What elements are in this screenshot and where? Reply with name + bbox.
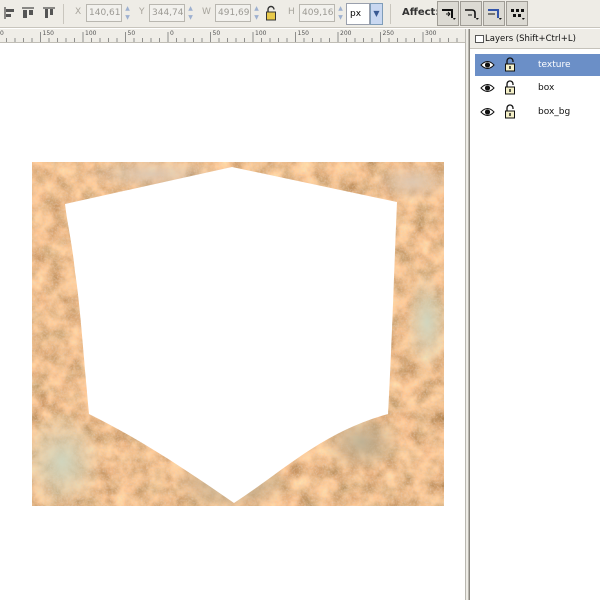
unit-select[interactable]: px [346,3,370,25]
transform-patterns-icon [511,9,525,20]
x-spinner[interactable]: ▲ ▼ [123,4,132,22]
unlocked-padlock-icon[interactable] [504,104,516,119]
scale-corners-button[interactable] [460,1,482,26]
horizontal-ruler[interactable]: 0 150 100 50 0 50 100 150 200 250 300 [0,29,465,43]
rust-textured-artwork[interactable] [32,162,444,506]
y-label: Y [139,7,145,17]
distribute-left-icon[interactable] [3,6,17,20]
ruler-label: 150 [42,30,54,37]
y-spinner[interactable]: ▲ ▼ [186,4,195,22]
distribute-center-icon[interactable] [21,6,35,20]
unlocked-padlock-icon[interactable] [504,80,516,95]
ruler-label: 50 [212,30,221,37]
unlocked-padlock-icon[interactable] [504,57,516,72]
toolbar-separator [63,4,64,24]
panel-title: Layers (Shift+Ctrl+L) [485,34,576,44]
eye-icon[interactable] [480,106,495,118]
transform-patterns-button[interactable] [506,1,528,26]
scale-stroke-button[interactable] [437,1,459,26]
eye-icon[interactable] [480,82,495,94]
transform-gradients-button[interactable] [483,1,505,26]
panel-grip-icon[interactable] [475,35,484,43]
layer-name[interactable]: box_bg [538,107,570,117]
layer-row-box-bg[interactable]: box_bg [475,101,600,123]
scale-corners-icon [465,9,479,20]
scale-stroke-icon [442,9,456,20]
transform-gradients-icon [488,9,502,20]
h-label: H [288,7,295,17]
layers-panel: Layers (Shift+Ctrl+L) texture box box_bg [469,29,600,600]
w-field[interactable]: 491,698 [215,4,251,22]
w-label: W [202,7,211,17]
chevron-down-icon[interactable]: ▼ [370,3,383,25]
ruler-label: 100 [85,30,97,37]
x-field[interactable]: 140,611 [86,4,122,22]
drawing-canvas[interactable] [0,44,465,600]
ruler-label: 250 [382,30,394,37]
tool-controls-bar: X 140,611 ▲▼ Y 344,748 ▲▼ W 491,698 ▲▼ H… [0,0,600,28]
eye-icon[interactable] [480,59,495,71]
h-spinner[interactable]: ▲ ▼ [336,4,345,22]
align-top-icon[interactable] [42,6,56,20]
toolbar-separator [390,4,391,24]
ruler-ticks [6,32,458,42]
layer-row-box[interactable]: box [475,77,600,99]
ruler-label: 300 [425,30,437,37]
ruler-label: 150 [297,30,309,37]
padlock-icon[interactable] [265,5,277,21]
affect-label: Affect: [402,7,440,18]
ruler-label: 0 [170,30,174,37]
ruler-label: 200 [340,30,352,37]
layer-name[interactable]: texture [538,60,571,70]
ruler-label: 0 [0,30,4,37]
panel-header[interactable]: Layers (Shift+Ctrl+L) [470,29,600,49]
layer-row-texture[interactable]: texture [475,54,600,76]
h-field[interactable]: 409,167 [299,4,335,22]
ruler-label: 100 [255,30,267,37]
x-label: X [75,7,82,17]
y-field[interactable]: 344,748 [149,4,185,22]
layer-name[interactable]: box [538,83,554,93]
w-spinner[interactable]: ▲ ▼ [252,4,261,22]
ruler-label: 50 [127,30,136,37]
